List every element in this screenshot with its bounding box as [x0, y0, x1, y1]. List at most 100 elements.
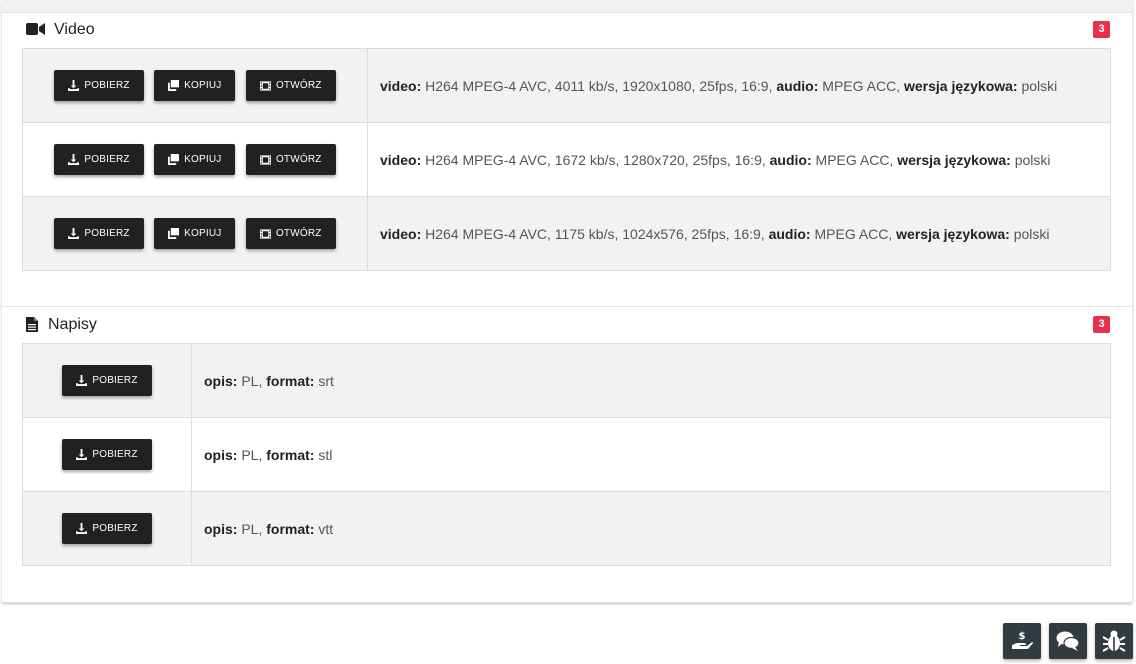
- donate-icon: $: [1012, 631, 1033, 649]
- download-label: POBIERZ: [92, 523, 138, 534]
- table-row: POBIERZ opis: PL, format: stl: [22, 417, 1111, 492]
- download-icon: [76, 523, 88, 534]
- description-label: opis:: [204, 446, 238, 463]
- language-value: polski: [1013, 225, 1050, 242]
- copy-icon: [168, 227, 180, 239]
- audio-label: audio:: [769, 151, 812, 168]
- table-row: POBIERZ opis: PL, format: srt: [22, 343, 1111, 418]
- subtitle-info: opis: PL, format: srt: [191, 343, 1111, 418]
- format-value: vtt: [318, 520, 334, 537]
- download-icon: [68, 227, 80, 239]
- download-label: POBIERZ: [92, 375, 138, 386]
- copy-icon: [168, 153, 180, 165]
- download-icon: [68, 79, 80, 91]
- format-label: format:: [266, 446, 315, 463]
- video-info: video: H264 MPEG-4 AVC, 1175 kb/s, 1024x…: [367, 196, 1111, 271]
- language-label: wersja językowa:: [896, 225, 1010, 242]
- bug-icon: [1102, 630, 1126, 652]
- svg-text:$: $: [1019, 631, 1026, 642]
- download-label: POBIERZ: [84, 227, 130, 239]
- download-button[interactable]: POBIERZ: [54, 217, 144, 249]
- video-details: H264 MPEG-4 AVC, 1175 kb/s, 1024x576, 25…: [425, 225, 765, 242]
- subtitle-actions: POBIERZ: [22, 491, 192, 566]
- chat-icon: [1056, 631, 1080, 651]
- audio-details: MPEG ACC,: [814, 225, 893, 242]
- film-icon: [259, 229, 271, 239]
- video-info: video: H264 MPEG-4 AVC, 1672 kb/s, 1280x…: [367, 122, 1111, 197]
- film-icon: [259, 155, 271, 165]
- download-button[interactable]: POBIERZ: [62, 513, 152, 544]
- video-info: video: H264 MPEG-4 AVC, 4011 kb/s, 1920x…: [367, 48, 1111, 123]
- subtitle-actions: POBIERZ: [22, 417, 192, 492]
- table-row: POBIERZ KOPIUJ OTWÓRZ video: H264 MPEG-4…: [22, 196, 1111, 271]
- audio-details: MPEG ACC,: [815, 151, 894, 168]
- video-label: video:: [380, 151, 422, 168]
- media-card: Video 3 POBIERZ KOPIUJ OTWÓRZ video: H26…: [2, 0, 1132, 603]
- video-camera-icon: [26, 22, 45, 41]
- open-button[interactable]: OTWÓRZ: [245, 70, 336, 102]
- open-label: OTWÓRZ: [275, 228, 322, 240]
- description-value: PL,: [241, 446, 263, 463]
- download-icon: [68, 153, 80, 165]
- table-row: POBIERZ KOPIUJ OTWÓRZ video: H264 MPEG-4…: [22, 122, 1111, 197]
- file-text-icon: [26, 317, 38, 337]
- format-value: srt: [318, 372, 334, 389]
- format-label: format:: [266, 372, 315, 389]
- open-button[interactable]: OTWÓRZ: [245, 218, 336, 250]
- film-icon: [259, 81, 271, 91]
- video-count-badge: 3: [1093, 21, 1110, 38]
- audio-label: audio:: [768, 225, 811, 242]
- format-label: format:: [266, 520, 315, 537]
- download-label: POBIERZ: [84, 79, 130, 91]
- subtitles-table: POBIERZ opis: PL, format: srt POBIERZ op…: [22, 343, 1111, 566]
- download-button[interactable]: POBIERZ: [54, 69, 144, 101]
- video-actions: POBIERZ KOPIUJ OTWÓRZ: [22, 48, 368, 123]
- top-strip: [2, 0, 1132, 13]
- copy-button[interactable]: KOPIUJ: [154, 217, 236, 249]
- audio-label: audio:: [776, 77, 819, 94]
- open-button[interactable]: OTWÓRZ: [245, 144, 336, 176]
- table-row: POBIERZ opis: PL, format: vtt: [22, 491, 1111, 566]
- subtitle-actions: POBIERZ: [22, 343, 192, 418]
- subtitles-section-header: Napisy 3: [24, 314, 1112, 336]
- donate-button[interactable]: $: [1003, 623, 1041, 659]
- copy-label: KOPIUJ: [184, 153, 222, 165]
- language-value: polski: [1021, 77, 1058, 94]
- table-row: POBIERZ KOPIUJ OTWÓRZ video: H264 MPEG-4…: [22, 48, 1111, 123]
- copy-label: KOPIUJ: [184, 227, 222, 239]
- video-actions: POBIERZ KOPIUJ OTWÓRZ: [22, 196, 368, 271]
- description-value: PL,: [241, 520, 263, 537]
- copy-button[interactable]: KOPIUJ: [154, 143, 236, 175]
- description-label: opis:: [204, 520, 238, 537]
- download-button[interactable]: POBIERZ: [62, 439, 152, 470]
- open-label: OTWÓRZ: [275, 80, 322, 92]
- download-label: POBIERZ: [84, 153, 130, 165]
- chat-button[interactable]: [1049, 623, 1087, 659]
- language-value: polski: [1014, 151, 1051, 168]
- video-table: POBIERZ KOPIUJ OTWÓRZ video: H264 MPEG-4…: [22, 48, 1111, 271]
- open-label: OTWÓRZ: [275, 154, 322, 166]
- download-icon: [76, 375, 88, 386]
- description-value: PL,: [241, 372, 263, 389]
- subtitles-section-title: Napisy: [48, 316, 97, 333]
- download-label: POBIERZ: [92, 449, 138, 460]
- language-label: wersja językowa:: [903, 77, 1018, 94]
- subtitles-count-badge: 3: [1093, 316, 1110, 333]
- video-label: video:: [380, 77, 422, 94]
- subtitle-info: opis: PL, format: vtt: [191, 491, 1111, 566]
- video-actions: POBIERZ KOPIUJ OTWÓRZ: [22, 122, 368, 197]
- video-details: H264 MPEG-4 AVC, 1672 kb/s, 1280x720, 25…: [425, 151, 766, 168]
- description-label: opis:: [204, 372, 238, 389]
- download-button[interactable]: POBIERZ: [62, 365, 152, 396]
- audio-details: MPEG ACC,: [822, 77, 901, 94]
- video-section-title: Video: [54, 21, 95, 38]
- format-value: stl: [318, 446, 333, 463]
- language-label: wersja językowa:: [897, 151, 1011, 168]
- copy-button[interactable]: KOPIUJ: [154, 69, 236, 101]
- video-section-header: Video 3: [24, 19, 1112, 41]
- bug-report-button[interactable]: [1095, 623, 1133, 659]
- download-button[interactable]: POBIERZ: [54, 143, 144, 175]
- copy-label: KOPIUJ: [184, 79, 222, 91]
- video-details: H264 MPEG-4 AVC, 4011 kb/s, 1920x1080, 2…: [425, 77, 773, 94]
- copy-icon: [168, 79, 180, 91]
